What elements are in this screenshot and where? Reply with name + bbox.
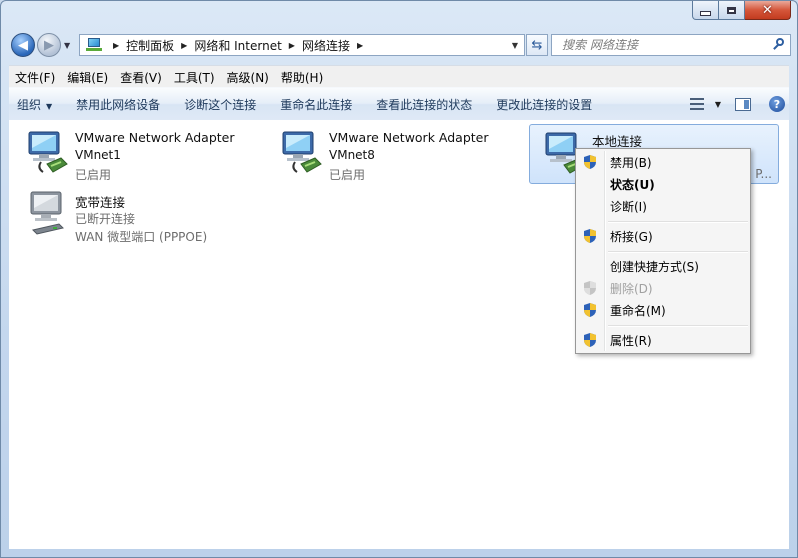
maximize-button[interactable] <box>719 1 745 20</box>
chevron-down-icon: ▼ <box>46 101 53 111</box>
chevron-right-icon[interactable]: ▶ <box>289 41 295 50</box>
recent-pages-dropdown[interactable]: ▼ <box>64 41 70 50</box>
search-icon[interactable] <box>772 38 786 52</box>
preview-pane-icon[interactable] <box>735 97 751 111</box>
caption-buttons: ✕ <box>692 1 791 21</box>
connection-vmnet8[interactable]: VMware Network Adapter VMnet8 已启用 <box>267 124 517 184</box>
organize-button[interactable]: 组织 ▼ <box>9 96 66 113</box>
connection-name: VMware Network Adapter <box>329 130 489 145</box>
search-input[interactable] <box>560 37 764 53</box>
menu-item-label: 诊断(I) <box>610 199 647 214</box>
connection-name: VMware Network Adapter <box>75 130 235 145</box>
connection-status: 已启用 <box>329 168 366 182</box>
connection-device: VMnet1 <box>75 148 121 162</box>
menu-item-bridge[interactable]: 桥接(G) <box>578 225 748 247</box>
control-panel-icon <box>86 38 102 52</box>
connection-device: VMnet8 <box>329 148 375 162</box>
connection-vmnet1[interactable]: VMware Network Adapter VMnet1 已启用 <box>13 124 263 184</box>
menu-file[interactable]: 文件(F) <box>9 69 61 86</box>
help-icon[interactable]: ? <box>769 96 785 112</box>
uac-shield-icon <box>584 229 596 243</box>
menu-item-label: 禁用(B) <box>610 155 652 170</box>
menu-separator <box>608 251 748 253</box>
network-adapter-icon <box>282 131 322 173</box>
uac-shield-icon <box>584 155 596 169</box>
refresh-button[interactable]: ⇆ <box>526 34 548 56</box>
address-bar[interactable]: ▶ 控制面板 ▶ 网络和 Internet ▶ 网络连接 ▶ ▼ <box>79 34 525 56</box>
menu-advanced[interactable]: 高级(N) <box>221 69 275 86</box>
view-controls: ▼ ? <box>689 96 789 112</box>
search-box[interactable] <box>551 34 791 56</box>
chevron-right-icon[interactable]: ▶ <box>181 41 187 50</box>
uac-shield-icon <box>584 333 596 347</box>
organize-label: 组织 <box>17 97 42 112</box>
back-button[interactable]: ◀ <box>11 33 35 57</box>
menu-help[interactable]: 帮助(H) <box>275 69 329 86</box>
menu-item-label: 状态(U) <box>610 177 655 192</box>
connection-device: WAN 微型端口 (PPPOE) <box>75 230 208 244</box>
menu-bar: 文件(F) 编辑(E) 查看(V) 工具(T) 高级(N) 帮助(H) <box>9 65 789 88</box>
menu-item-label: 属性(R) <box>610 333 652 348</box>
breadcrumb-network-connections[interactable]: 网络连接 <box>302 37 350 54</box>
view-options-icon[interactable] <box>689 98 704 110</box>
menu-item-create-shortcut[interactable]: 创建快捷方式(S) <box>578 255 748 277</box>
menu-view[interactable]: 查看(V) <box>114 69 168 86</box>
menu-item-diagnose[interactable]: 诊断(I) <box>578 195 748 217</box>
close-button[interactable]: ✕ <box>745 1 791 20</box>
connection-status: 已启用 <box>75 168 112 182</box>
menu-item-delete: 删除(D) <box>578 277 748 299</box>
menu-item-status[interactable]: 状态(U) <box>578 173 748 195</box>
menu-item-label: 重命名(M) <box>610 303 666 318</box>
menu-item-rename[interactable]: 重命名(M) <box>578 299 748 321</box>
menu-item-label: 桥接(G) <box>610 229 653 244</box>
broadband-modem-icon <box>30 191 64 235</box>
menu-item-label: 删除(D) <box>610 281 653 296</box>
uac-shield-icon <box>584 281 596 295</box>
command-bar: 组织 ▼ 禁用此网络设备 诊断这个连接 重命名此连接 查看此连接的状态 更改此连接… <box>9 87 789 121</box>
breadcrumb-control-panel[interactable]: 控制面板 <box>126 37 174 54</box>
refresh-icon: ⇆ <box>531 37 543 53</box>
close-icon: ✕ <box>762 2 773 18</box>
rename-button[interactable]: 重命名此连接 <box>270 96 366 113</box>
forward-button[interactable]: ▶ <box>37 33 61 57</box>
chevron-right-icon[interactable]: ▶ <box>113 41 119 50</box>
network-adapter-icon <box>28 131 68 173</box>
disable-device-button[interactable]: 禁用此网络设备 <box>66 96 174 113</box>
diagnose-button[interactable]: 诊断这个连接 <box>174 96 270 113</box>
maximize-icon <box>727 6 736 14</box>
menu-separator <box>608 221 748 223</box>
address-dropdown[interactable]: ▼ <box>512 41 518 50</box>
menu-item-label: 创建快捷方式(S) <box>610 259 699 274</box>
view-status-button[interactable]: 查看此连接的状态 <box>366 96 486 113</box>
minimize-button[interactable] <box>692 1 719 20</box>
connection-device-truncated: P... <box>755 167 772 181</box>
menu-item-properties[interactable]: 属性(R) <box>578 329 748 351</box>
change-settings-button[interactable]: 更改此连接的设置 <box>486 96 606 113</box>
connection-broadband[interactable]: 宽带连接 已断开连接 WAN 微型端口 (PPPOE) <box>13 186 263 246</box>
network-connections-window: ✕ ◀ ▶ ▼ ▶ 控制面板 ▶ 网络和 Internet ▶ 网络连接 ▶ ▼… <box>0 0 798 558</box>
menu-edit[interactable]: 编辑(E) <box>61 69 114 86</box>
menu-separator <box>608 325 748 327</box>
breadcrumb-network-internet[interactable]: 网络和 Internet <box>194 37 281 54</box>
connection-status: 已断开连接 <box>75 212 136 226</box>
chevron-right-icon[interactable]: ▶ <box>357 41 363 50</box>
chevron-down-icon[interactable]: ▼ <box>715 100 721 109</box>
connection-name: 宽带连接 <box>75 195 126 210</box>
context-menu: 禁用(B) 状态(U) 诊断(I) 桥接(G) 创建快捷方式(S) 删除(D) … <box>575 148 751 354</box>
arrow-right-icon: ▶ <box>44 37 54 53</box>
menu-tools[interactable]: 工具(T) <box>168 69 221 86</box>
uac-shield-icon <box>584 303 596 317</box>
menu-item-disable[interactable]: 禁用(B) <box>578 151 748 173</box>
navigation-bar: ◀ ▶ ▼ ▶ 控制面板 ▶ 网络和 Internet ▶ 网络连接 ▶ ▼ ⇆ <box>9 31 791 59</box>
arrow-left-icon: ◀ <box>18 37 28 53</box>
minimize-icon <box>700 10 711 16</box>
